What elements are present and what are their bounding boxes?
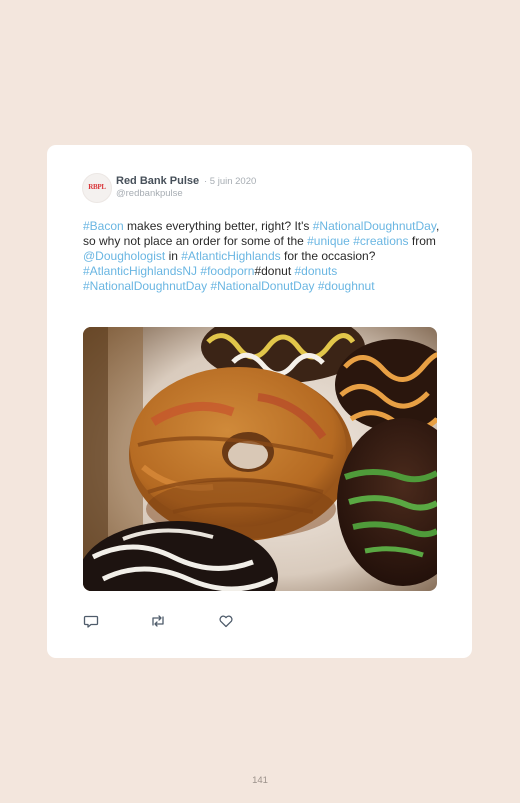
hashtag-link[interactable]: #foodporn — [200, 264, 254, 278]
hashtag-link[interactable]: #NationalDoughnutDay — [83, 279, 207, 293]
tweet-text-segment: #donut — [254, 264, 295, 278]
tweet-card: RBPL Red Bank Pulse · 5 juin 2020 @redba… — [47, 145, 472, 658]
tweet-text-segment: in — [165, 249, 182, 263]
hashtag-link[interactable]: #creations — [353, 234, 408, 248]
mention-link[interactable]: @Doughologist — [83, 249, 165, 263]
hashtag-link[interactable]: #NationalDonutDay — [210, 279, 314, 293]
hashtag-link[interactable]: #Bacon — [83, 219, 124, 233]
page-number: 141 — [252, 775, 268, 786]
hashtag-link[interactable]: #donuts — [295, 264, 338, 278]
tweet-text-segment: from — [408, 234, 436, 248]
tweet-actions — [83, 613, 283, 629]
hashtag-link[interactable]: #unique — [307, 234, 350, 248]
avatar-logo-text: RBPL — [88, 183, 106, 191]
reply-icon[interactable] — [83, 613, 99, 629]
like-icon[interactable] — [218, 613, 234, 629]
donut-photo-illustration — [83, 327, 437, 591]
hashtag-link[interactable]: #AtlanticHighlandsNJ — [83, 264, 197, 278]
hashtag-link[interactable]: #doughnut — [318, 279, 375, 293]
hashtag-link[interactable]: #AtlanticHighlands — [181, 249, 280, 263]
tweet-text-segment: for the occasion? — [280, 249, 376, 263]
tweet-date[interactable]: · 5 juin 2020 — [204, 176, 256, 187]
tweet-text: #Bacon makes everything better, right? I… — [83, 219, 445, 294]
hashtag-link[interactable]: #NationalDoughnutDay — [313, 219, 436, 233]
tweet-photo[interactable] — [83, 327, 437, 591]
author-name[interactable]: Red Bank Pulse — [116, 175, 199, 187]
avatar[interactable]: RBPL — [82, 173, 112, 203]
author-handle[interactable]: @redbankpulse — [116, 188, 183, 199]
retweet-icon[interactable] — [149, 613, 167, 629]
tweet-text-segment: makes everything better, right? It's — [123, 219, 313, 233]
